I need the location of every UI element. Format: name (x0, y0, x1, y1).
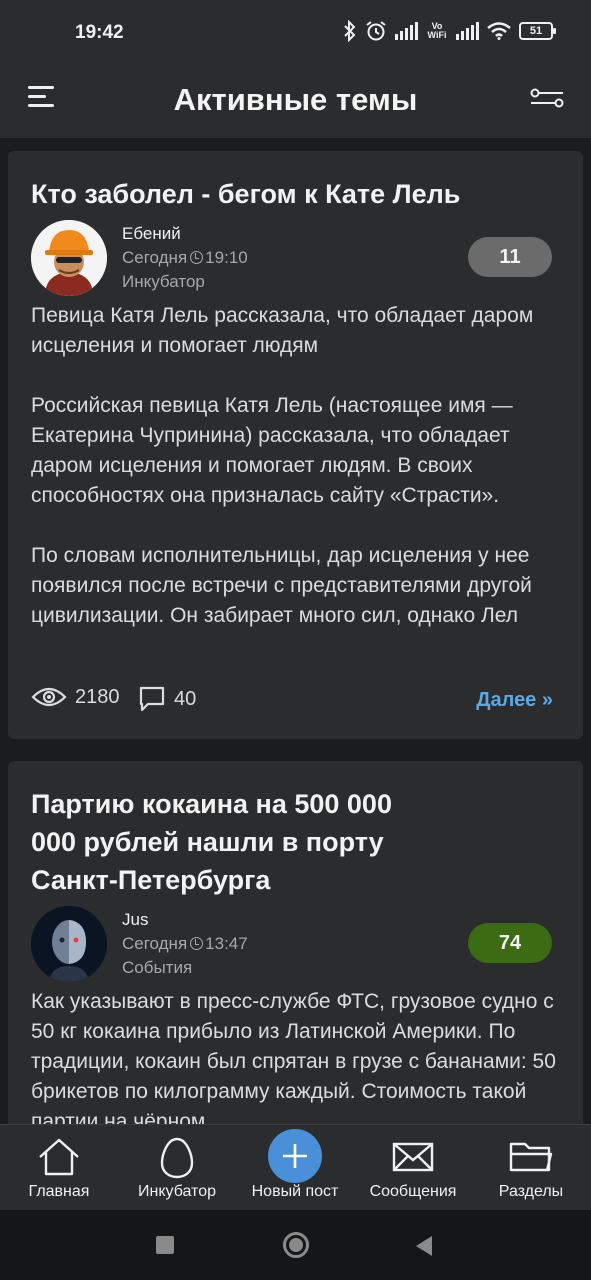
recent-apps-button[interactable] (156, 1236, 174, 1254)
post-date: Сегодня 19:10 (122, 248, 248, 268)
post-category[interactable]: Инкубатор (122, 272, 205, 292)
post-card[interactable]: Кто заболел - бегом к Кате Лель Ебений С… (8, 151, 583, 739)
home-icon (39, 1138, 79, 1176)
nav-label: Главная (28, 1183, 90, 1200)
vowifi-label: Vo WiFi (427, 21, 447, 40)
nav-home[interactable]: Главная (0, 1125, 118, 1211)
comment-icon (139, 686, 165, 712)
post-time: 13:47 (205, 934, 248, 953)
folder-icon (509, 1142, 553, 1172)
clock-icon (190, 937, 204, 950)
nav-sections[interactable]: Разделы (472, 1125, 590, 1211)
new-post-button[interactable] (268, 1129, 322, 1183)
egg-icon (160, 1137, 194, 1179)
topics-feed[interactable]: Кто заболел - бегом к Кате Лель Ебений С… (0, 138, 591, 1124)
battery-icon: 51 (519, 22, 556, 40)
nav-label: Новый пост (251, 1183, 339, 1200)
nav-label: Сообщения (369, 1183, 457, 1200)
post-date-label: Сегодня (122, 934, 188, 953)
status-icons: Vo WiFi 51 (343, 20, 556, 42)
terminator-avatar-image (31, 906, 107, 982)
plus-icon (283, 1144, 307, 1168)
post-time: 19:10 (205, 248, 248, 267)
avatar[interactable] (31, 220, 107, 296)
nav-new-post[interactable]: Новый пост (236, 1125, 354, 1211)
alarm-icon (366, 21, 386, 41)
post-paragraph: По словам исполнительницы, дар исцеления… (31, 544, 532, 627)
eye-icon (31, 687, 67, 707)
nav-incubator[interactable]: Инкубатор (118, 1125, 236, 1211)
comments-value: 40 (174, 687, 197, 710)
views-count: 2180 (31, 685, 120, 709)
post-footer: 2180 40 Далее » (31, 685, 553, 717)
nav-label: Разделы (498, 1183, 564, 1200)
author-name[interactable]: Ебений (122, 224, 181, 244)
rating-badge[interactable]: 11 (468, 237, 552, 277)
signal-icon-2 (456, 22, 479, 40)
post-category[interactable]: События (122, 958, 192, 978)
author-name[interactable]: Jus (122, 910, 148, 930)
nav-messages[interactable]: Сообщения (354, 1125, 472, 1211)
avatar[interactable] (31, 906, 107, 982)
envelope-icon (392, 1142, 434, 1172)
post-body[interactable]: Певица Катя Лель рассказала, что обладае… (31, 301, 561, 661)
status-time: 19:42 (75, 22, 124, 43)
comments-count[interactable]: 40 (138, 685, 196, 713)
system-navigation-bar (0, 1210, 591, 1280)
engineer-avatar-image (31, 220, 107, 296)
rating-badge[interactable]: 74 (468, 923, 552, 963)
nav-label: Инкубатор (138, 1183, 216, 1200)
status-bar: 19:42 Vo WiFi 51 (0, 0, 591, 68)
back-button[interactable] (416, 1236, 432, 1256)
home-button[interactable] (283, 1232, 309, 1258)
post-paragraph: Как указывают в пресс-службе ФТС, грузов… (31, 990, 556, 1124)
post-date: Сегодня 13:47 (122, 934, 248, 954)
page-title: Активные темы (173, 82, 418, 117)
post-paragraph: Российская певица Катя Лель (настоящее и… (31, 394, 513, 507)
views-value: 2180 (75, 685, 120, 708)
app-header: Активные темы (0, 68, 591, 138)
post-paragraph: Певица Катя Лель рассказала, что обладае… (31, 304, 534, 357)
post-card[interactable]: Партию кокаина на 500 000 000 рублей наш… (8, 761, 583, 1124)
post-title[interactable]: Кто заболел - бегом к Кате Лель (31, 175, 460, 213)
filter-icon[interactable] (529, 86, 565, 110)
clock-icon (190, 251, 204, 264)
read-more-link[interactable]: Далее » (476, 689, 553, 712)
post-body[interactable]: Как указывают в пресс-службе ФТС, грузов… (31, 987, 561, 1124)
post-title[interactable]: Партию кокаина на 500 000 000 рублей наш… (31, 785, 431, 899)
signal-icon (395, 22, 418, 40)
post-date-label: Сегодня (122, 248, 188, 267)
wifi-icon (487, 22, 511, 40)
bluetooth-icon (344, 20, 356, 42)
bottom-navigation: Главная Инкубатор Новый пост Сообщения Р… (0, 1124, 591, 1210)
